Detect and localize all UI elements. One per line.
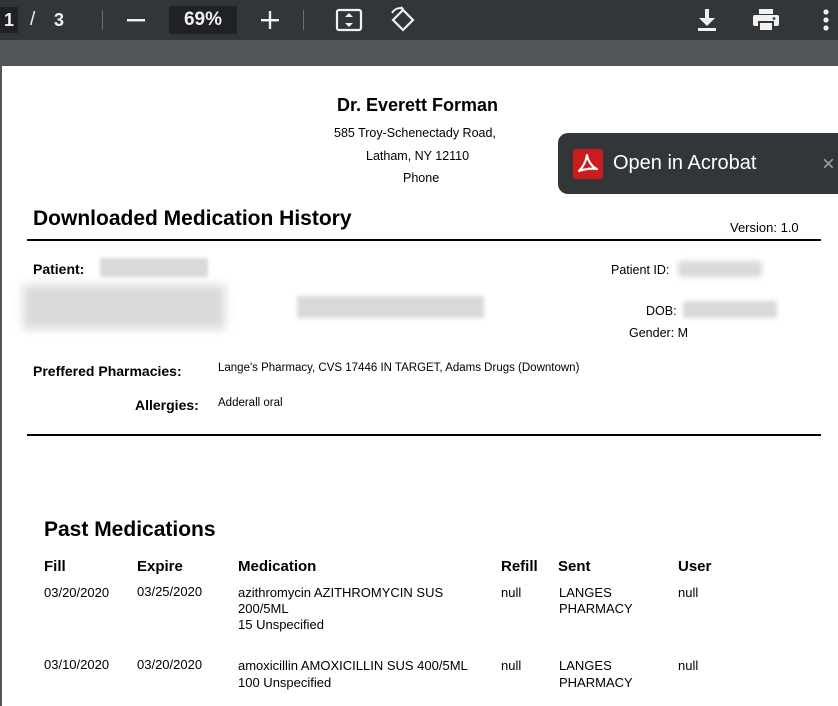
download-button[interactable] — [694, 0, 720, 40]
gender-value: Gender: M — [629, 326, 689, 340]
cell-medication-line2: 100 Unspecified — [238, 675, 332, 690]
redacted-patient-id — [678, 261, 762, 277]
col-header-sent: Sent — [558, 558, 591, 575]
cell-expire: 03/25/2020 — [137, 584, 203, 599]
page-number-input[interactable]: 1 — [0, 7, 18, 33]
cell-sent-line2: PHARMACY — [559, 601, 633, 616]
zoom-out-button[interactable] — [124, 0, 148, 40]
zoom-in-icon — [261, 11, 279, 29]
cell-refill: null — [501, 585, 522, 600]
toolbar-divider — [303, 10, 304, 30]
redacted-dob — [683, 301, 777, 318]
fit-page-icon — [335, 8, 363, 32]
cell-refill: null — [501, 658, 522, 673]
print-button[interactable] — [751, 0, 781, 40]
cell-fill: 03/10/2020 — [44, 657, 110, 672]
more-actions-button[interactable] — [818, 0, 834, 40]
pharmacies-value: Lange's Pharmacy, CVS 17446 IN TARGET, A… — [218, 362, 580, 374]
toolbar-divider — [102, 10, 103, 30]
rotate-button[interactable] — [388, 0, 418, 40]
redacted-patient-name — [100, 258, 208, 277]
doctor-name: Dr. Everett Forman — [337, 95, 499, 115]
cell-fill: 03/20/2020 — [44, 585, 110, 600]
allergies-value: Adderall oral — [218, 397, 283, 409]
close-icon[interactable]: × — [822, 151, 835, 177]
version-label: Version: 1.0 — [730, 220, 799, 235]
section-divider — [27, 434, 821, 436]
cell-sent-line1: LANGES — [559, 585, 612, 600]
address-line-1: 585 Troy-Schenectady Road, — [334, 126, 496, 140]
col-header-expire: Expire — [137, 558, 183, 575]
document-title: Downloaded Medication History — [33, 207, 352, 230]
dob-label: DOB: — [646, 304, 677, 318]
cell-medication-line2: 200/5ML — [238, 601, 289, 616]
cell-sent-line2: PHARMACY — [559, 675, 633, 690]
page-separator: / — [30, 9, 36, 30]
patient-label: Patient: — [33, 261, 85, 277]
cell-medication-line1: azithromycin AZITHROMYCIN SUS — [238, 585, 444, 600]
col-header-user: User — [678, 558, 712, 575]
cell-sent-line1: LANGES — [559, 658, 612, 673]
cell-user: null — [678, 585, 699, 600]
address-line-2: Latham, NY 12110 — [366, 149, 470, 163]
allergies-label: Allergies: — [135, 397, 199, 413]
title-divider — [27, 239, 821, 241]
acrobat-logo-icon — [573, 149, 603, 179]
phone-label: Phone — [403, 171, 440, 185]
col-header-refill: Refill — [501, 558, 538, 575]
zoom-in-button[interactable] — [258, 0, 282, 40]
page-total: 3 — [54, 9, 65, 30]
cell-expire: 03/20/2020 — [137, 657, 203, 672]
cell-medication-line1: amoxicillin AMOXICILLIN SUS 400/5ML — [238, 658, 468, 673]
print-icon — [753, 9, 779, 32]
redacted-patient-phone — [297, 296, 484, 318]
open-in-acrobat-label[interactable]: Open in Acrobat — [613, 152, 756, 175]
zoom-out-icon — [127, 19, 145, 22]
cell-user: null — [678, 658, 699, 673]
open-in-acrobat-banner[interactable]: Open in Acrobat × — [558, 133, 838, 194]
col-header-medication: Medication — [238, 558, 317, 575]
pdf-toolbar: 1 / 3 69% — [0, 0, 838, 40]
rotate-icon — [391, 6, 415, 32]
redacted-patient-address — [23, 285, 225, 329]
patient-id-label: Patient ID: — [611, 263, 670, 277]
fit-page-button[interactable] — [334, 0, 364, 40]
col-header-fill: Fill — [44, 558, 66, 575]
cell-medication-line3: 15 Unspecified — [238, 617, 324, 632]
zoom-input[interactable]: 69% — [169, 6, 237, 34]
more-icon — [823, 9, 829, 31]
past-medications-title: Past Medications — [44, 518, 216, 541]
pharmacies-label: Preffered Pharmacies: — [33, 363, 182, 379]
download-icon — [698, 9, 716, 31]
